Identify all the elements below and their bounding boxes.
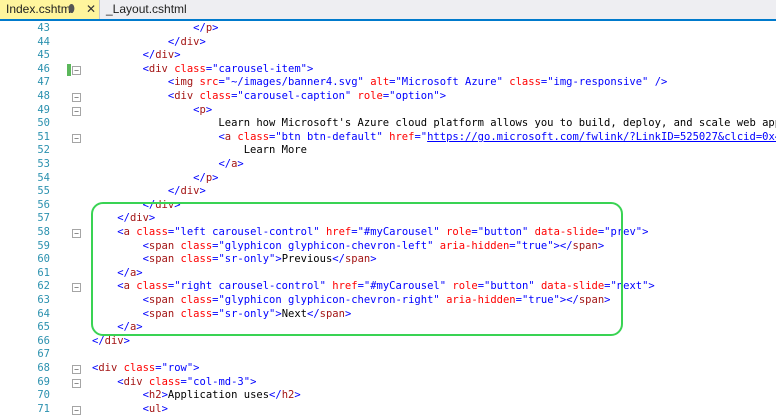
code-line[interactable]: 44 </div> — [0, 36, 776, 50]
code-line[interactable]: 55 </div> — [0, 185, 776, 199]
collapse-toggle-icon[interactable]: − — [72, 405, 81, 415]
code-line[interactable]: 51 − <a class="btn btn-default" href="htt… — [0, 131, 776, 145]
code-line[interactable]: 45 </div> — [0, 49, 776, 63]
line-number: 47 — [37, 76, 50, 89]
collapse-toggle-icon[interactable]: − — [72, 133, 81, 143]
line-number: 44 — [37, 35, 50, 48]
line-number: 63 — [37, 294, 50, 306]
tab-label: Index.cshtml — [6, 2, 74, 16]
code-line[interactable]: 70 <h2>Application uses</h2> — [0, 389, 776, 403]
collapse-toggle-icon[interactable]: − — [72, 93, 81, 102]
code-line[interactable]: 71 − <ul> — [0, 403, 776, 416]
line-number: 70 — [37, 389, 50, 402]
line-number: 61 — [37, 266, 50, 279]
line-number: 67 — [37, 348, 50, 361]
line-number: 58 — [37, 226, 50, 238]
code-text: </a> — [218, 158, 244, 170]
line-number: 60 — [37, 253, 50, 266]
line-number: 45 — [37, 49, 50, 62]
line-number: 68 — [37, 362, 50, 374]
code-text: Learn More — [92, 144, 307, 157]
collapse-toggle-icon[interactable]: − — [72, 106, 81, 116]
code-text: <img src="~/images/banner4.svg" alt="Mic… — [167, 76, 668, 89]
line-number: 55 — [37, 185, 50, 198]
line-number: 54 — [37, 171, 50, 184]
line-number: 62 — [37, 280, 50, 293]
line-number: 43 — [37, 22, 50, 34]
code-line[interactable]: 48 − <div class="carousel-caption" role="… — [0, 90, 776, 104]
line-number: 57 — [37, 212, 50, 225]
collapse-toggle-icon[interactable]: − — [72, 365, 81, 374]
line-number: 59 — [37, 239, 50, 252]
code-line[interactable]: 43 </p> — [0, 22, 776, 36]
tab-layout-cshtml[interactable]: _Layout.cshtml — [100, 0, 220, 19]
change-indicator — [67, 63, 71, 76]
code-line[interactable]: 69 − <div class="col-md-3"> — [0, 376, 776, 390]
code-text: <div class="carousel-item"> — [142, 62, 314, 75]
line-number: 69 — [37, 375, 50, 388]
code-line[interactable]: 49 − <p> — [0, 104, 776, 118]
line-number: 48 — [37, 90, 50, 102]
code-line[interactable]: 54 </p> — [0, 172, 776, 186]
code-line[interactable]: 46 − <div class="carousel-item"> — [0, 63, 776, 77]
line-number: 51 — [37, 130, 50, 143]
tab-label: _Layout.cshtml — [106, 2, 187, 16]
line-number: 64 — [37, 307, 50, 320]
line-number: 56 — [37, 198, 50, 211]
code-text: </div> — [92, 334, 130, 347]
code-text: </p> — [193, 22, 219, 34]
code-line[interactable]: 53 </a> — [0, 158, 776, 172]
line-number: 46 — [37, 62, 50, 75]
code-text: </div> — [167, 35, 206, 48]
code-text: <h2>Application uses</h2> — [142, 389, 301, 402]
line-number: 53 — [37, 158, 50, 170]
editor-tab-bar: Index.cshtml ⬮ ✕ _Layout.cshtml — [0, 0, 776, 21]
code-text: Learn how Microsoft's Azure cloud platfo… — [92, 117, 776, 130]
line-number: 65 — [37, 321, 50, 334]
collapse-toggle-icon[interactable]: − — [72, 378, 81, 388]
code-line[interactable]: 47 <img src="~/images/banner4.svg" alt="… — [0, 76, 776, 90]
collapse-toggle-icon[interactable]: − — [72, 65, 81, 75]
code-line[interactable]: 66 </div> — [0, 335, 776, 349]
pin-icon[interactable]: ⬮ — [68, 0, 75, 19]
code-text: </div> — [142, 49, 181, 62]
code-text: <a class="btn btn-default" href="https:/… — [218, 130, 776, 143]
code-text: <div class="col-md-3"> — [117, 375, 257, 388]
line-number: 66 — [37, 334, 50, 347]
collapse-toggle-icon[interactable]: − — [72, 229, 81, 238]
line-number: 50 — [37, 117, 50, 130]
code-text: <p> — [193, 103, 213, 116]
code-text: <ul> — [142, 402, 168, 415]
line-number: 71 — [37, 402, 50, 415]
code-text: <div class="row"> — [92, 362, 200, 374]
code-line[interactable]: 50 Learn how Microsoft's Azure cloud pla… — [0, 117, 776, 131]
code-text: </p> — [193, 171, 219, 184]
collapse-toggle-icon[interactable]: − — [72, 283, 81, 293]
line-number: 52 — [37, 144, 50, 157]
code-text: </div> — [167, 185, 206, 198]
close-icon[interactable]: ✕ — [86, 0, 96, 19]
code-line[interactable]: 68 − <div class="row"> — [0, 362, 776, 376]
code-text: <div class="carousel-caption" role="opti… — [167, 90, 447, 102]
highlight-annotation — [91, 202, 623, 336]
tab-index-cshtml[interactable]: Index.cshtml ⬮ ✕ — [0, 0, 100, 19]
line-number: 49 — [37, 103, 50, 116]
code-line[interactable]: 67 — [0, 348, 776, 362]
code-line[interactable]: 52 Learn More — [0, 144, 776, 158]
